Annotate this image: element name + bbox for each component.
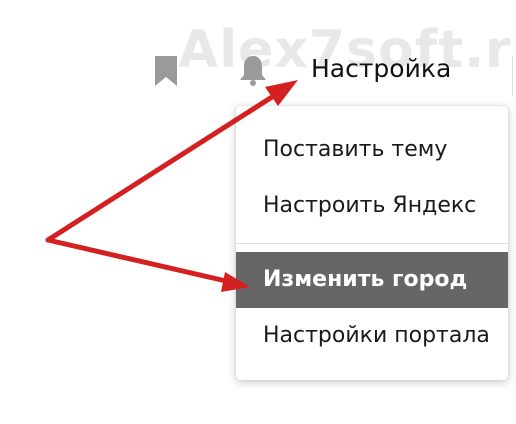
menu-item-portal-settings[interactable]: Настройки портала — [236, 308, 508, 364]
menu-item-customize-yandex[interactable]: Настроить Яндекс — [236, 178, 508, 234]
arrow-to-change-city-line — [45, 237, 229, 284]
panel-edge-divider — [512, 56, 513, 96]
settings-menu-title[interactable]: Настройка — [311, 54, 451, 83]
menu-item-set-theme[interactable]: Поставить тему — [236, 122, 508, 178]
bell-icon[interactable] — [236, 52, 270, 86]
settings-dropdown-menu: Поставить тему Настроить Яндекс Изменить… — [236, 106, 508, 380]
bookmark-icon[interactable] — [153, 56, 179, 86]
menu-item-change-city[interactable]: Изменить город — [236, 252, 508, 308]
menu-separator — [236, 243, 508, 244]
